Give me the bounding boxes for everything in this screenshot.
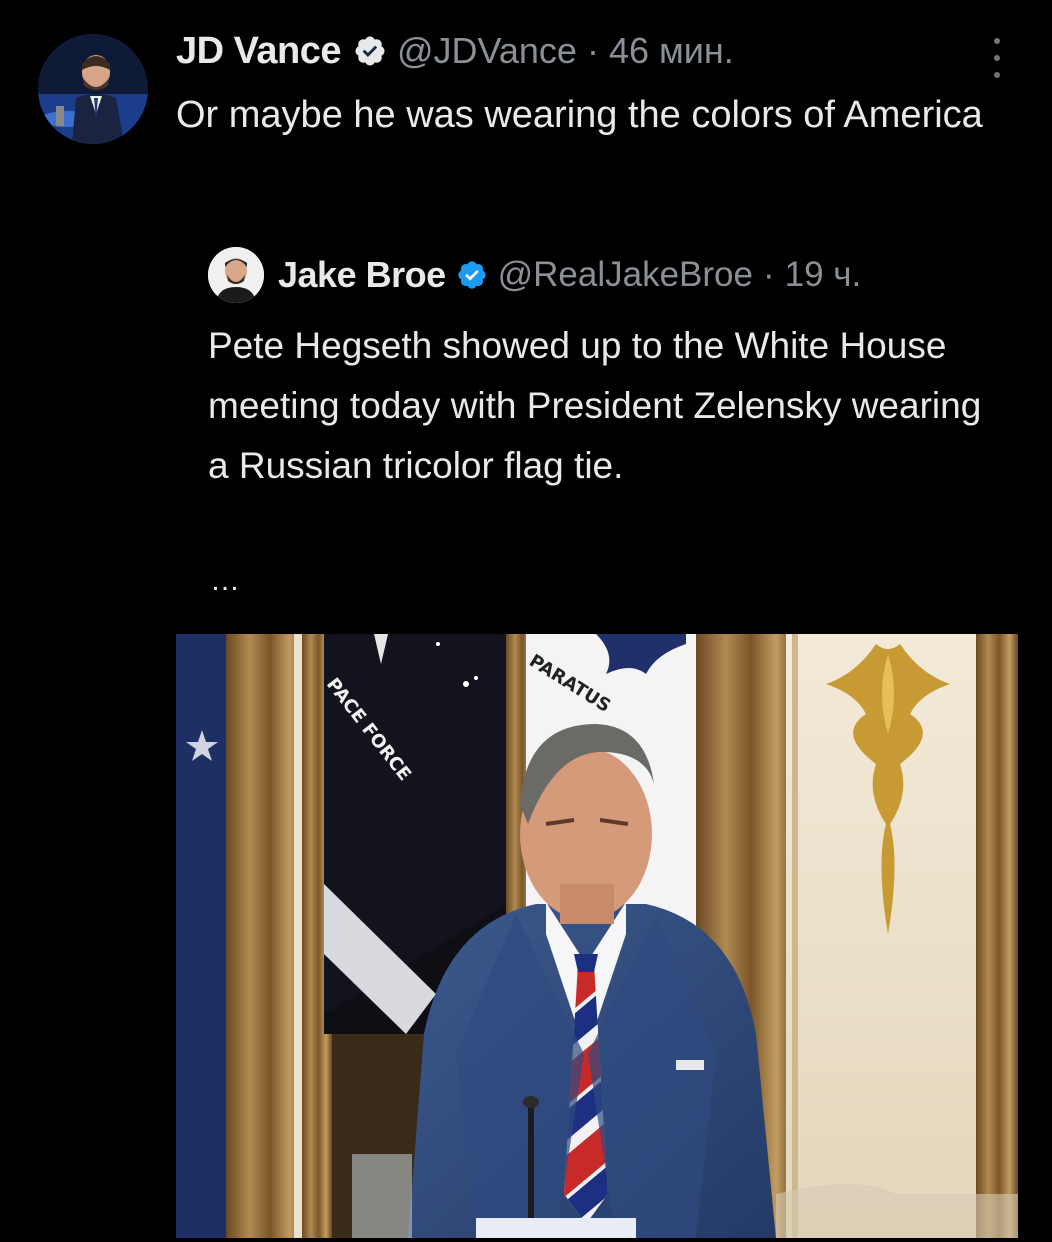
more-options-icon[interactable] xyxy=(982,38,1012,78)
photo-scene: PACE FORCE PARATUS xyxy=(176,634,1018,1238)
quoted-author-handle[interactable]: @RealJakeBroe xyxy=(498,255,753,295)
quoted-post-header: Jake Broe @RealJakeBroe · 19 ч. xyxy=(208,247,862,303)
quoted-post-text: Pete Hegseth showed up to the White Hous… xyxy=(208,325,982,486)
verified-badge-icon xyxy=(353,34,387,68)
quoted-post-image[interactable]: PACE FORCE PARATUS xyxy=(176,634,1018,1238)
separator-dot: · xyxy=(762,255,775,294)
quoted-post-timestamp[interactable]: 19 ч. xyxy=(785,255,862,295)
verified-badge-icon xyxy=(456,259,488,291)
quoted-post[interactable]: Jake Broe @RealJakeBroe · 19 ч. Pete Heg… xyxy=(176,242,1018,1242)
separator-dot: · xyxy=(586,30,599,71)
post-text: Or maybe he was wearing the colors of Am… xyxy=(176,94,983,136)
quoted-author-name[interactable]: Jake Broe xyxy=(278,254,446,296)
author-handle[interactable]: @JDVance xyxy=(397,30,577,72)
show-more-ellipsis[interactable]: … xyxy=(210,564,241,598)
post-header: JD Vance @JDVance · 46 мин. xyxy=(176,26,734,76)
quoted-author-avatar[interactable] xyxy=(208,247,264,303)
post: JD Vance @JDVance · 46 мин. Or maybe he … xyxy=(0,0,1052,1238)
author-avatar[interactable] xyxy=(38,34,148,144)
author-name[interactable]: JD Vance xyxy=(176,30,342,73)
post-timestamp[interactable]: 46 мин. xyxy=(609,30,734,72)
